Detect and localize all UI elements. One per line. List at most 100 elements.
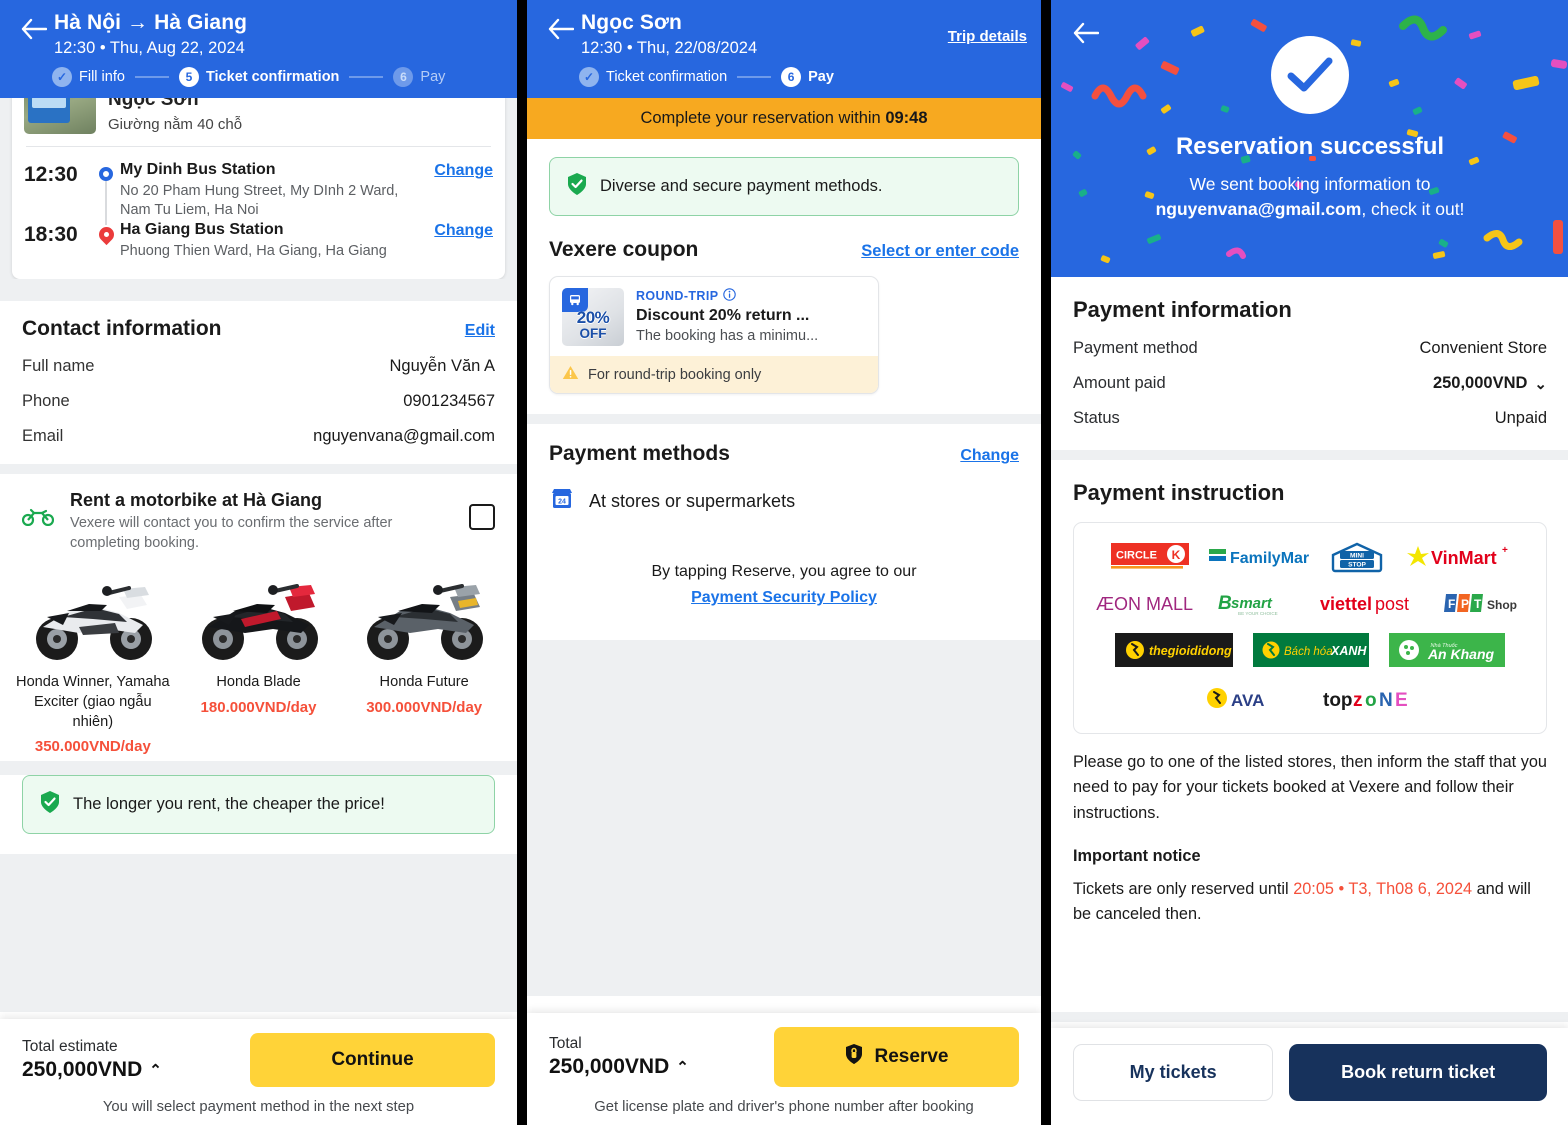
panel2-footer: Total 250,000VND ⌃ Reserve Get license p… — [527, 1013, 1041, 1125]
notice-deadline: 20:05 • T3, Th08 6, 2024 — [1293, 880, 1473, 898]
agreement-prefix: By tapping Reserve, you agree to our — [651, 563, 917, 581]
bus-photo — [24, 98, 96, 135]
total-amount[interactable]: 250,000VND ⌃ — [549, 1055, 689, 1079]
info-icon[interactable] — [723, 288, 737, 304]
motorbike-option[interactable]: Honda Future 300.000VND/day — [341, 559, 507, 755]
rental-tip-banner: The longer you rent, the cheaper the pri… — [22, 775, 495, 835]
panel1-scroll-body[interactable]: Ngọc Sơn Giường nằm 40 chỗ 12:30 My Dinh… — [0, 98, 517, 1013]
contact-row-fullname: Full name Nguyễn Văn A — [22, 357, 495, 376]
panel-divider — [517, 0, 527, 1125]
back-button[interactable] — [14, 10, 54, 40]
coupon-card[interactable]: 20% OFF ROUND-TRIP Discount 20% return .… — [549, 276, 879, 395]
section-gap — [0, 279, 517, 302]
field-value[interactable]: 250,000VND ⌄ — [1433, 374, 1547, 393]
svg-text:XANH: XANH — [1330, 644, 1367, 658]
svg-text:top: top — [1323, 690, 1353, 711]
step-label: Fill info — [79, 69, 125, 86]
trip-summary-card: Ngọc Sơn Giường nằm 40 chỗ 12:30 My Dinh… — [12, 98, 505, 280]
agreement-text: By tapping Reserve, you agree to our Pay… — [549, 559, 1019, 610]
success-title: Reservation successful — [1175, 133, 1445, 160]
svg-text:P: P — [1461, 597, 1469, 611]
trip-details-link[interactable]: Trip details — [948, 10, 1027, 45]
payment-security-policy-link[interactable]: Payment Security Policy — [691, 589, 877, 606]
total-block[interactable]: Total 250,000VND ⌃ — [549, 1035, 689, 1079]
svg-text:B: B — [1218, 593, 1232, 614]
important-notice-body: Tickets are only reserved until 20:05 • … — [1051, 877, 1568, 928]
motorbike-price: 300.000VND/day — [366, 699, 483, 716]
coupon-off-label: OFF — [579, 326, 607, 342]
coupon-section-head: Vexere coupon Select or enter code — [527, 216, 1041, 262]
change-payment-method-link[interactable]: Change — [960, 447, 1019, 465]
step-pay[interactable]: 6 Pay — [393, 67, 445, 88]
step-ticket-confirmation[interactable]: ✓ Ticket confirmation — [579, 67, 727, 88]
change-departure-link[interactable]: Change — [434, 161, 493, 180]
payment-methods-section: Payment methods Change 24 At stores or s… — [527, 424, 1041, 611]
total-estimate-block[interactable]: Total estimate 250,000VND ⌃ — [22, 1038, 162, 1082]
destination-pin-icon — [92, 221, 120, 247]
secure-payment-banner: Diverse and secure payment methods. — [549, 157, 1019, 217]
success-email: nguyenvana@gmail.com — [1155, 199, 1362, 220]
reserve-button[interactable]: Reserve — [774, 1027, 1019, 1087]
edit-contact-link[interactable]: Edit — [465, 322, 495, 340]
footer-gap — [1051, 1012, 1568, 1022]
lock-icon — [845, 1043, 863, 1071]
panel2-scroll-body[interactable]: Diverse and secure payment methods. Vexe… — [527, 139, 1041, 997]
field-label: Payment method — [1073, 339, 1198, 357]
step-fill-info[interactable]: ✓ Fill info — [52, 67, 125, 88]
my-tickets-button[interactable]: My tickets — [1073, 1044, 1274, 1101]
book-return-ticket-button[interactable]: Book return ticket — [1289, 1044, 1547, 1101]
chevron-up-icon[interactable]: ⌃ — [676, 1058, 689, 1076]
svg-text:thegioididong: thegioididong — [1149, 644, 1232, 658]
operator-title: Ngọc Sơn — [581, 11, 682, 34]
section-gap — [1051, 450, 1568, 460]
three-panel-screenshot: Hà Nội → Hà Giang 12:30 • Thu, Aug 22, 2… — [0, 0, 1568, 1125]
back-button[interactable] — [541, 10, 581, 40]
motorbike-option[interactable]: Honda Blade 180.000VND/day — [176, 559, 342, 755]
panel2-header: Ngọc Sơn 12:30 • Thu, 22/08/2024 Trip de… — [527, 0, 1041, 99]
change-arrival-link[interactable]: Change — [434, 221, 493, 240]
step-connector — [737, 76, 772, 79]
motorbike-checkbox[interactable] — [469, 504, 495, 531]
motorbike-option[interactable]: Honda Winner, Yamaha Exciter (giao ngẫu … — [10, 559, 176, 755]
panel1-footer: Total estimate 250,000VND ⌃ Continue You… — [0, 1019, 517, 1125]
svg-text:K: K — [1172, 548, 1181, 562]
total-value: 250,000VND — [549, 1055, 670, 1078]
status-badge: Unpaid — [1494, 409, 1547, 427]
trip-datetime: 12:30 • Thu, Aug 22, 2024 — [54, 39, 245, 58]
footer-note: You will select payment method in the ne… — [102, 1099, 415, 1115]
ankhang-logo: Nhà Thuốc An Khang — [1389, 633, 1505, 667]
step-label: Pay — [808, 69, 834, 86]
step-pay[interactable]: 6 Pay — [781, 67, 834, 88]
total-amount[interactable]: 250,000VND ⌃ — [22, 1058, 162, 1082]
step-indicator: ✓ Fill info 5 Ticket confirmation 6 Pay — [0, 58, 517, 98]
step-connector — [349, 76, 384, 79]
select-coupon-link[interactable]: Select or enter code — [861, 242, 1019, 261]
field-value: 0901234567 — [403, 392, 495, 411]
svg-text:z: z — [1353, 690, 1363, 711]
payment-instruction-head: Payment instruction — [1051, 460, 1568, 506]
panel3-footer: My tickets Book return ticket — [1051, 1028, 1568, 1125]
continue-button[interactable]: Continue — [250, 1033, 495, 1087]
step-number: 6 — [393, 67, 414, 88]
coupon-description: The booking has a minimu... — [636, 328, 819, 345]
payment-info-row-amount[interactable]: Amount paid 250,000VND ⌄ — [1073, 374, 1547, 393]
chevron-up-icon[interactable]: ⌃ — [149, 1061, 162, 1079]
selected-payment-method[interactable]: 24 At stores or supermarkets — [549, 486, 1019, 517]
back-button[interactable] — [1073, 22, 1100, 49]
svg-text:post: post — [1375, 594, 1409, 614]
field-value: Convenient Store — [1419, 339, 1548, 357]
notice-prefix: Tickets are only reserved until — [1073, 880, 1294, 898]
svg-text:E: E — [1395, 690, 1408, 711]
step-ticket-confirmation[interactable]: 5 Ticket confirmation — [178, 67, 339, 88]
coupon-image: 20% OFF — [562, 288, 624, 347]
motorbike-name: Honda Future — [379, 674, 469, 691]
departure-address: No 20 Pham Hung Street, My DInh 2 Ward, … — [120, 183, 399, 219]
step-indicator: ✓ Ticket confirmation 6 Pay — [527, 58, 1041, 98]
chevron-down-icon[interactable]: ⌄ — [1534, 375, 1547, 393]
svg-text:BE YOUR CHOICE: BE YOUR CHOICE — [1238, 611, 1278, 616]
coupon-warning-text: For round-trip booking only — [588, 366, 762, 383]
field-label: Full name — [22, 357, 95, 376]
svg-text:Bách hóa: Bách hóa — [1284, 646, 1333, 658]
total-label: Total — [549, 1035, 582, 1052]
countdown-label: Complete your reservation within — [640, 109, 881, 128]
